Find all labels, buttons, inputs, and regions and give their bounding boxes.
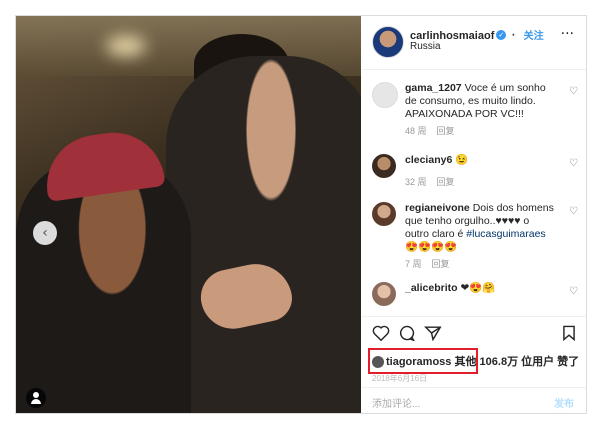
photo-person-left: [16, 156, 191, 413]
more-icon[interactable]: ···: [561, 26, 574, 42]
follow-button[interactable]: 关注: [524, 31, 544, 42]
comment-avatar[interactable]: [372, 282, 396, 306]
comment-list: gama_1207 Voce é um sonho de consumo, es…: [362, 70, 586, 312]
share-icon[interactable]: [424, 325, 442, 341]
comment-body: _alicebrito ❤😍🤗: [405, 282, 555, 295]
comment-emoji: 😍😍😍😍: [405, 241, 458, 253]
heart-icon[interactable]: ♡: [569, 286, 578, 297]
post-location[interactable]: Russia: [410, 41, 441, 52]
post-header: carlinhosmaiaof ✓ · 关注 Russia ···: [362, 16, 586, 70]
comment-avatar[interactable]: [372, 82, 398, 108]
comment-icon[interactable]: [398, 325, 416, 341]
comment-username[interactable]: regianeivone: [405, 202, 470, 214]
comment-username[interactable]: _alicebrito: [405, 282, 458, 294]
photo-lamp: [106, 36, 146, 56]
comment-input[interactable]: 添加评论...: [372, 395, 420, 410]
comment-meta: 32 周回复: [405, 176, 555, 189]
comment-username[interactable]: gama_1207: [405, 82, 462, 94]
prev-arrow-icon[interactable]: ‹: [33, 221, 57, 245]
red-highlight-box: [368, 348, 478, 374]
heart-icon[interactable]: [372, 325, 390, 341]
comment-avatar[interactable]: [372, 154, 396, 178]
comment-meta: 48 周回复: [405, 125, 555, 138]
post-comment-button[interactable]: 发布: [554, 395, 574, 410]
post-timestamp: 2018年6月16日: [372, 374, 428, 383]
comment-text: 😉: [455, 154, 469, 166]
comment-meta: 7 周回复: [405, 258, 555, 271]
post-side-panel: carlinhosmaiaof ✓ · 关注 Russia ··· gama_12…: [362, 16, 586, 413]
comment-text: ❤😍🤗: [460, 282, 496, 294]
comment-reply-button[interactable]: 回复: [432, 259, 450, 269]
post-action-bar: [362, 316, 586, 349]
comment-time: 7 周: [405, 259, 422, 269]
comment-hashtag[interactable]: #lucasguimaraes: [466, 228, 545, 240]
post-photo[interactable]: ‹: [16, 16, 361, 413]
tag-user-icon[interactable]: [26, 388, 46, 408]
verified-icon: ✓: [496, 29, 507, 40]
comment-avatar[interactable]: [372, 202, 396, 226]
comment-time: 32 周: [405, 177, 427, 187]
comment-reply-button[interactable]: 回复: [437, 177, 455, 187]
comment-body: cleciany6 😉 32 周回复: [405, 154, 555, 189]
comment-time: 48 周: [405, 126, 427, 136]
comment-body: gama_1207 Voce é um sonho de consumo, es…: [405, 82, 555, 138]
heart-icon[interactable]: ♡: [569, 158, 578, 169]
comment-body: regianeivone Dois dos homens que tenho o…: [405, 202, 555, 271]
instagram-post-card: ‹ carlinhosmaiaof ✓ · 关注 Russia ··· gama_…: [15, 15, 587, 414]
heart-icon[interactable]: ♡: [569, 206, 578, 217]
heart-icon[interactable]: ♡: [569, 86, 578, 97]
author-avatar[interactable]: [372, 26, 404, 58]
photo-person-right: [166, 56, 361, 413]
comment-reply-button[interactable]: 回复: [437, 126, 455, 136]
comment-username[interactable]: cleciany6: [405, 154, 452, 166]
add-comment-bar: 添加评论... 发布: [362, 387, 586, 414]
bookmark-icon[interactable]: [562, 325, 576, 341]
